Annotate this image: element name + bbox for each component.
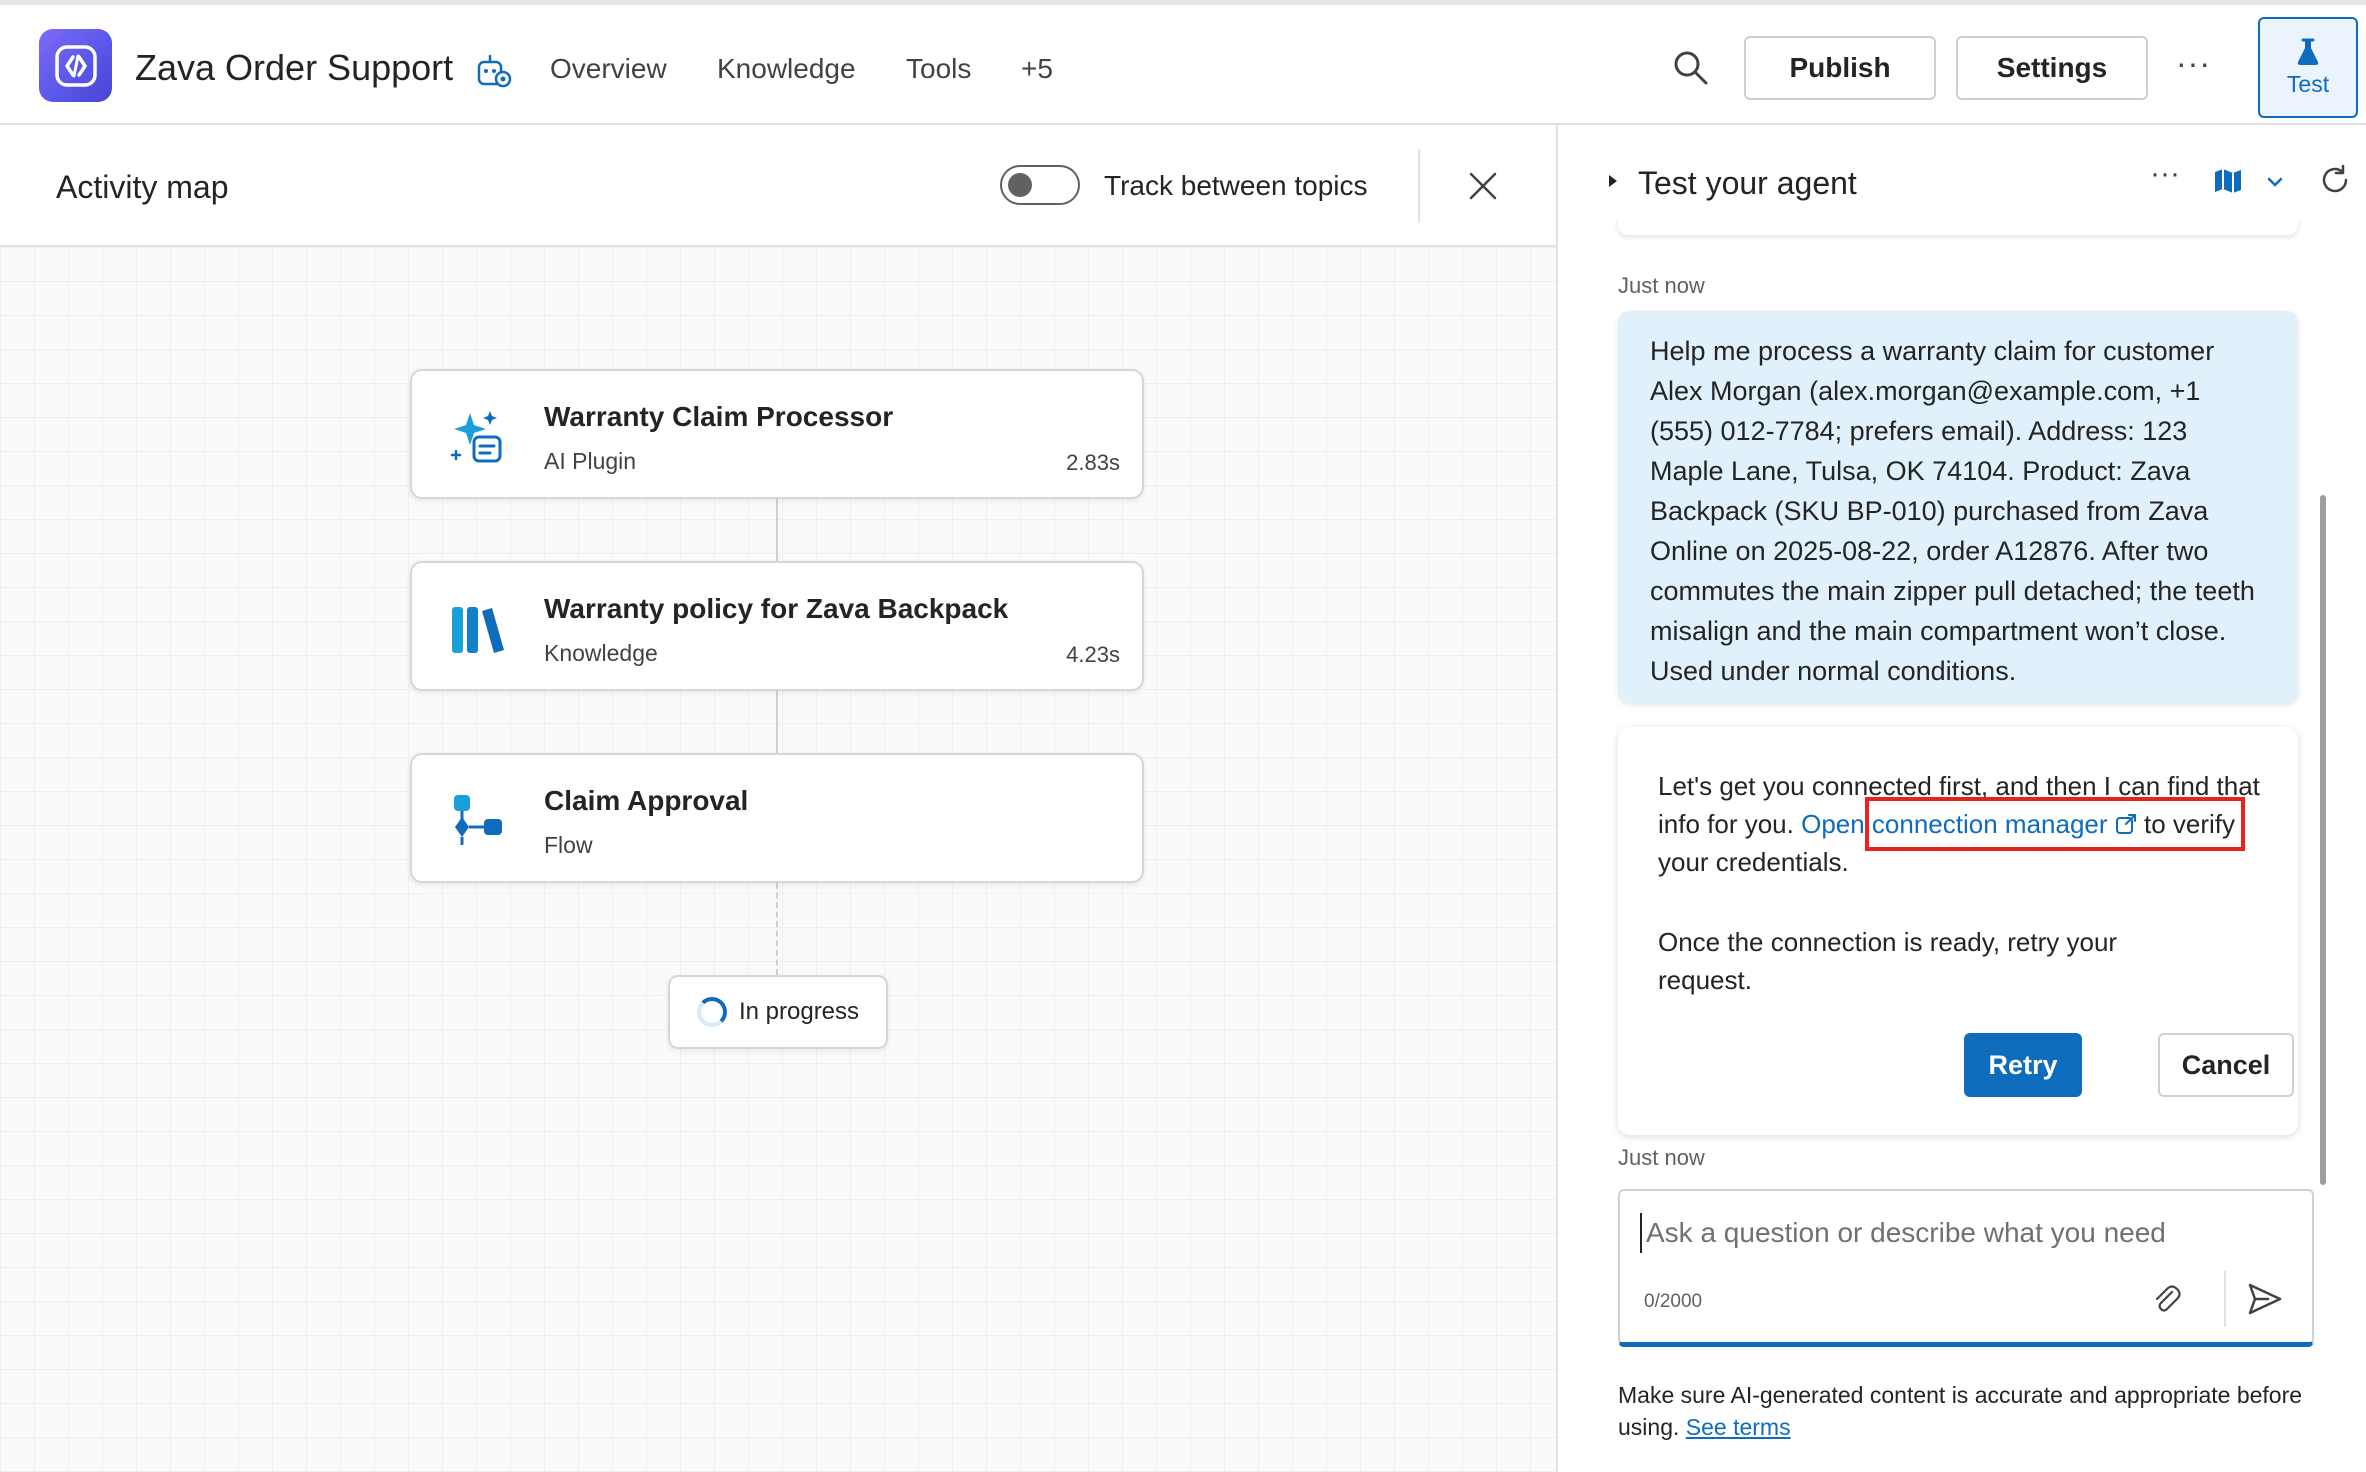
test-agent-title: Test your agent [1638, 165, 1857, 201]
connector-line [776, 499, 778, 561]
cancel-button[interactable]: Cancel [2158, 1033, 2294, 1097]
test-button[interactable]: Test [2258, 17, 2358, 118]
node-title: Warranty policy for Zava Backpack [544, 593, 1009, 624]
chat-input[interactable] [1640, 1213, 2280, 1253]
search-icon[interactable] [1672, 49, 1710, 87]
send-icon[interactable] [2246, 1281, 2284, 1317]
in-progress-label: In progress [738, 998, 860, 1025]
see-terms-link[interactable]: See terms [1686, 1414, 1791, 1440]
nav-knowledge[interactable]: Knowledge [717, 53, 856, 85]
node-title: Warranty Claim Processor [544, 401, 894, 432]
flow-icon [448, 791, 508, 851]
node-type: Flow [544, 832, 593, 858]
toggle-knob [1008, 173, 1032, 197]
header-divider [1418, 149, 1420, 223]
agent-settings-icon[interactable] [474, 50, 514, 90]
nav-more-count[interactable]: +5 [1021, 53, 1053, 85]
message-timestamp: Just now [1618, 273, 1705, 298]
panel-more-button[interactable]: ··· [2150, 157, 2180, 191]
activity-node-warranty-claim-processor[interactable]: Warranty Claim Processor AI Plugin 2.83s [410, 369, 1144, 499]
activity-map-title: Activity map [56, 169, 229, 205]
app-title: Zava Order Support [135, 47, 454, 88]
connector-line-dashed [776, 883, 778, 975]
books-icon [448, 599, 508, 659]
activity-map-header: Activity map Track between topics [0, 125, 1556, 247]
flask-icon [2297, 38, 2319, 65]
bot-message-card: Let's get you connected first, and then … [1618, 727, 2298, 1135]
activity-node-claim-approval[interactable]: Claim Approval Flow [410, 753, 1144, 883]
connector-line [776, 691, 778, 753]
previous-message-card [1618, 221, 2298, 235]
chat-input-box[interactable]: 0/2000 [1618, 1189, 2314, 1347]
more-options-button[interactable]: ··· [2176, 45, 2211, 82]
app-logo-icon[interactable] [39, 29, 112, 102]
node-type: Knowledge [544, 640, 658, 666]
ai-disclaimer: Make sure AI-generated content is accura… [1618, 1379, 2308, 1443]
test-agent-pane: Test your agent ··· Just now Help me pro… [1560, 125, 2366, 1472]
nav-overview[interactable]: Overview [550, 53, 667, 85]
refresh-icon[interactable] [2318, 163, 2352, 197]
activity-map-pane: Activity map Track between topics Warran… [0, 125, 1558, 1472]
chat-transcript[interactable]: Just now Help me process a warranty clai… [1560, 221, 2366, 1221]
top-bar: Zava Order Support Overview Knowledge To… [0, 0, 2366, 125]
node-duration: 2.83s [1066, 450, 1120, 475]
link-label: Open connection manager [1801, 809, 2108, 839]
chat-scrollbar[interactable] [2320, 495, 2326, 1185]
test-button-label: Test [2286, 71, 2330, 97]
bot-message-text-2: Once the connection is ready, retry your… [1658, 927, 2118, 995]
close-icon[interactable] [1466, 169, 1500, 203]
chevron-down-icon[interactable] [2266, 175, 2284, 189]
activity-node-warranty-policy[interactable]: Warranty policy for Zava Backpack Knowle… [410, 561, 1144, 691]
message-timestamp-bottom: Just now [1618, 1145, 1705, 1170]
publish-button[interactable]: Publish [1744, 36, 1936, 100]
bot-message-text: Let's get you connected first, and then … [1658, 767, 2268, 881]
sparkle-plugin-icon [448, 407, 508, 467]
spinner-icon [696, 997, 727, 1027]
character-count: 0/2000 [1644, 1291, 1703, 1312]
track-between-topics-label: Track between topics [1104, 170, 1368, 201]
activity-canvas[interactable]: Warranty Claim Processor AI Plugin 2.83s… [0, 247, 1556, 1472]
settings-button[interactable]: Settings [1956, 36, 2148, 100]
in-progress-indicator: In progress [668, 975, 888, 1049]
input-divider [2224, 1271, 2226, 1327]
user-message-bubble: Help me process a warranty claim for cus… [1618, 311, 2298, 703]
nav-tools[interactable]: Tools [906, 53, 971, 85]
node-title: Claim Approval [544, 785, 749, 816]
attach-icon[interactable] [2150, 1283, 2182, 1315]
node-type: AI Plugin [544, 448, 637, 474]
open-connection-manager-link[interactable]: Open connection manager [1801, 809, 2144, 839]
retry-button[interactable]: Retry [1964, 1033, 2082, 1097]
map-icon[interactable] [2212, 165, 2244, 197]
external-link-icon [2115, 814, 2136, 834]
track-between-topics-toggle[interactable] [1000, 165, 1080, 205]
node-duration: 4.23s [1066, 642, 1120, 667]
collapse-caret-icon[interactable] [1606, 173, 1620, 189]
